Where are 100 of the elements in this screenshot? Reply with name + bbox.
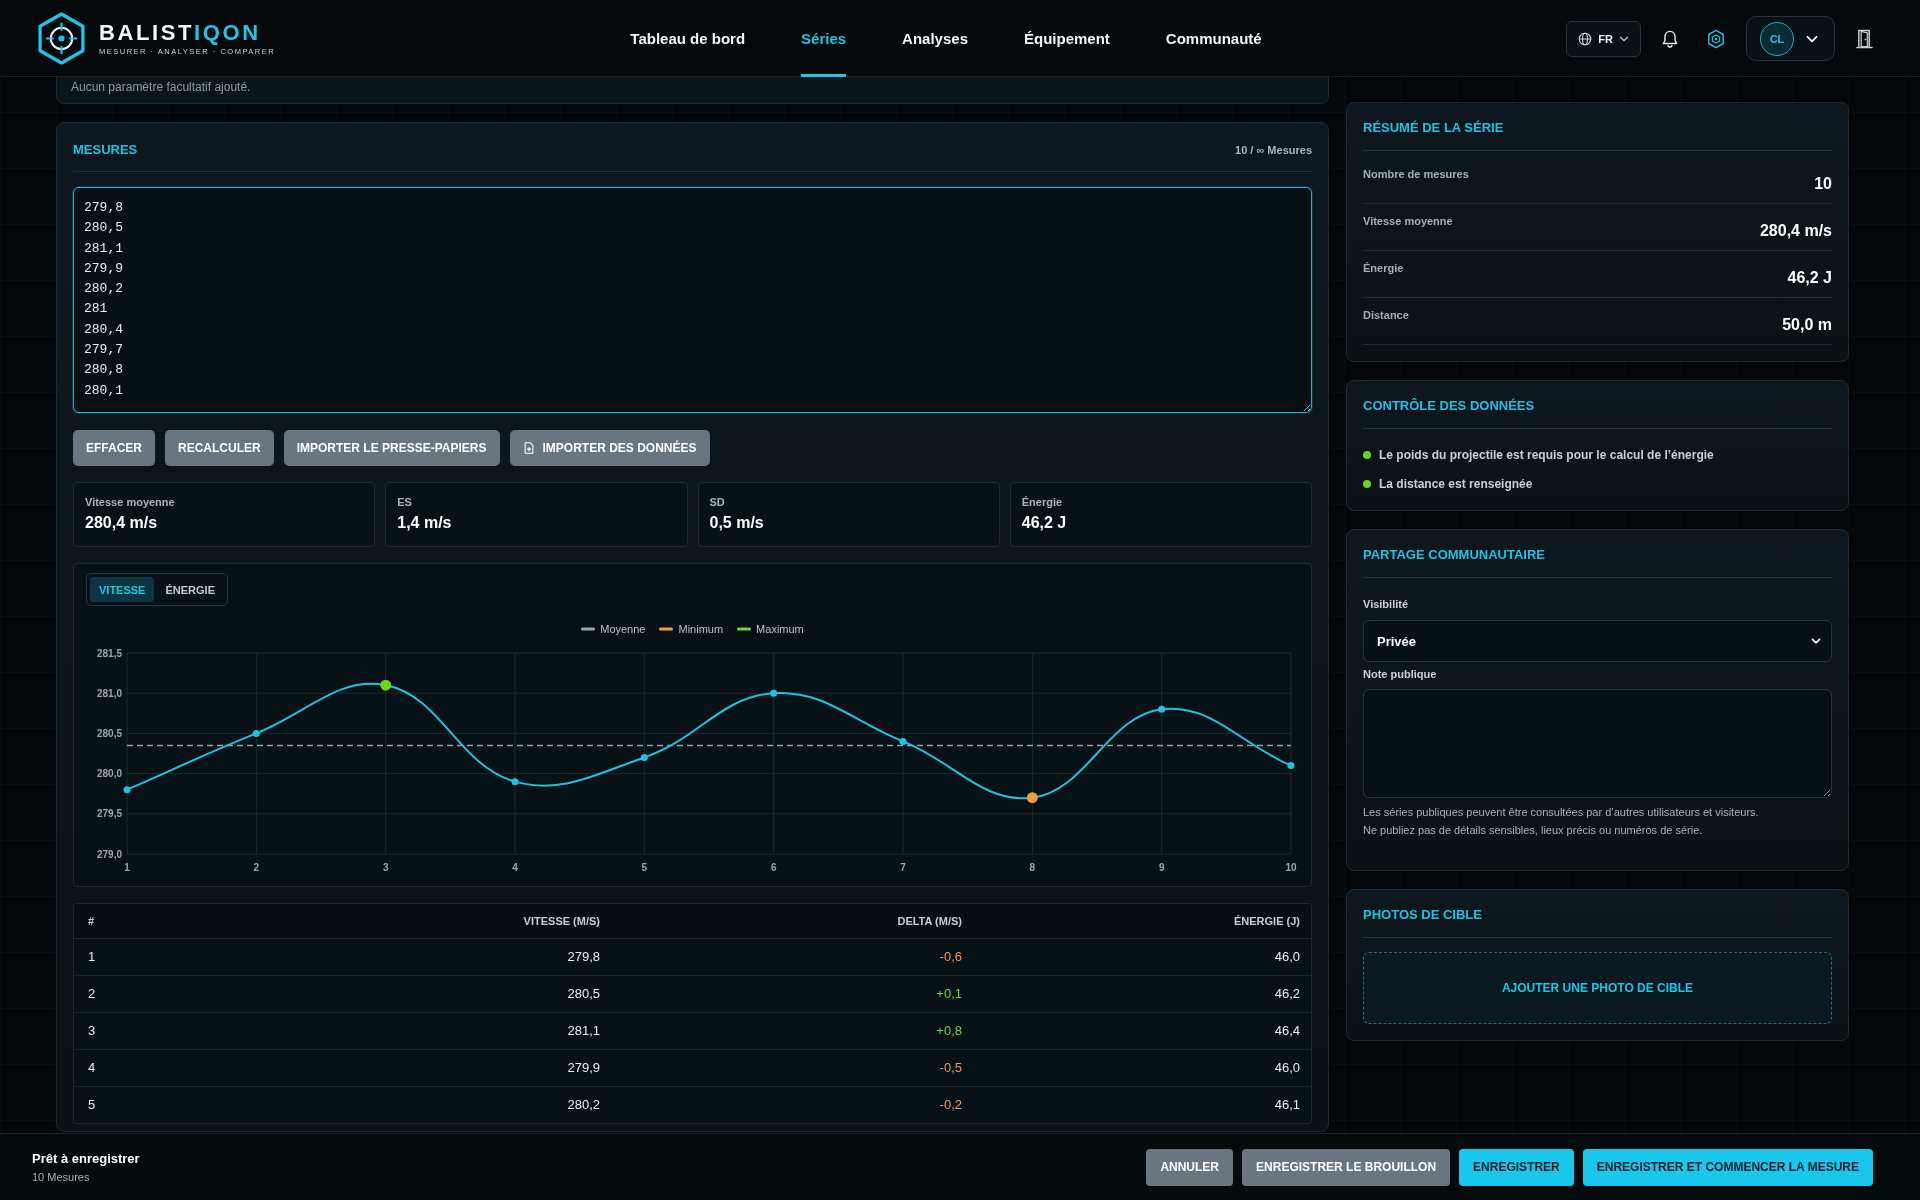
- data-point: [511, 778, 519, 786]
- max-marker: [380, 679, 392, 691]
- stat-value: 0,5 m/s: [709, 513, 765, 533]
- user-menu-button[interactable]: CL: [1746, 16, 1835, 61]
- optional-params-note: Aucun paramètre facultatif ajouté.: [71, 80, 251, 94]
- axis-label: 279,5: [96, 808, 122, 820]
- section-title: MESURES: [73, 141, 138, 159]
- column-header: VITESSE (M/S): [254, 904, 614, 938]
- footer-button[interactable]: ENREGISTRER LE BROUILLON: [1242, 1148, 1451, 1186]
- stat-label: SD: [709, 495, 726, 509]
- stat-label: Énergie: [1021, 495, 1064, 509]
- table-cell: 280,2: [254, 1086, 614, 1123]
- summary-label: Nombre de mesures: [1363, 167, 1469, 181]
- data-point: [252, 729, 260, 737]
- nav-tab[interactable]: Tableau de bord: [630, 0, 746, 77]
- public-note-field[interactable]: [1363, 689, 1832, 798]
- hexagon-icon[interactable]: [1707, 28, 1725, 49]
- section-title: PARTAGE COMMUNAUTAIRE: [1363, 547, 1545, 562]
- axis-label: 1: [124, 862, 130, 873]
- summary-value: 50,0 m: [1782, 315, 1832, 335]
- check-item-text: Le poids du projectile est requis pour le calcul de l’énergie: [1379, 448, 1714, 462]
- add-photo-button[interactable]: AJOUTER UNE PHOTO DE CIBLE: [1363, 952, 1832, 1024]
- bell-icon[interactable]: [1661, 28, 1679, 49]
- section-title: CONTRÔLE DES DONNÉES: [1363, 398, 1535, 413]
- axis-label: 279,0: [96, 848, 122, 860]
- data-point: [123, 786, 131, 794]
- axis-label: 8: [1029, 862, 1036, 873]
- data-point: [640, 754, 648, 761]
- globe-icon: [1578, 31, 1593, 46]
- action-button[interactable]: RECALCULER: [165, 430, 274, 466]
- summary-value: 280,4 m/s: [1759, 221, 1832, 241]
- table-cell: 280,5: [254, 975, 614, 1012]
- summary-value: 10: [1814, 174, 1832, 194]
- door-icon[interactable]: [1856, 28, 1873, 49]
- table-cell: 46,4: [976, 1012, 1311, 1049]
- check-item-text: La distance est renseignée: [1379, 477, 1533, 491]
- chart-tab[interactable]: ÉNERGIE: [156, 577, 224, 602]
- table-cell: 279,8: [254, 938, 614, 975]
- nav-tab[interactable]: Analyses: [902, 0, 968, 77]
- axis-label: 280,0: [96, 768, 122, 780]
- chevron-down-icon: [1810, 635, 1822, 647]
- column-header: DELTA (M/S): [614, 904, 976, 938]
- column-header: #: [74, 904, 254, 938]
- table-cell: 46,1: [976, 1086, 1311, 1123]
- hexagon-crosshair-icon: [37, 12, 86, 65]
- action-button[interactable]: IMPORTER LE PRESSE-PAPIERS: [283, 430, 500, 466]
- nav-tab[interactable]: Communauté: [1165, 0, 1262, 77]
- measure-counter: 10 / ∞ Mesures: [1235, 144, 1312, 156]
- table-cell: 3: [74, 1012, 254, 1049]
- table-cell: 281,1: [254, 1012, 614, 1049]
- axis-label: 2: [253, 862, 260, 873]
- measure-count: 10 Mesures: [32, 1171, 91, 1183]
- help-text: Les séries publiques peuvent être consultées par d’autres utilisateurs et visiteurs. Ne publiez pas de détails sensibles, lieux précis ou numéros de série.: [1363, 805, 1760, 838]
- table-cell: 2: [74, 975, 254, 1012]
- table-cell: 46,0: [976, 938, 1311, 975]
- ready-status: Prêt à enregistrer: [32, 1151, 140, 1166]
- action-button[interactable]: IMPORTER DES DONNÉES: [509, 430, 710, 466]
- table-cell: 5: [74, 1086, 254, 1123]
- stat-label: Vitesse moyenne: [85, 495, 176, 509]
- axis-label: 3: [382, 862, 389, 873]
- data-point: [1158, 705, 1166, 713]
- axis-label: 281,0: [96, 687, 122, 699]
- measurements-input[interactable]: 279,8 280,5 281,1 279,9 280,2 281 280,4 279,7 280,8 280,1: [73, 187, 1312, 413]
- axis-label: 4: [512, 862, 518, 873]
- delta-cell: -0,6: [614, 938, 976, 975]
- chart-tab[interactable]: VITESSE: [90, 577, 155, 602]
- delta-cell: +0,1: [614, 975, 976, 1012]
- language-select[interactable]: FR: [1566, 20, 1641, 57]
- table-cell: 1: [74, 938, 254, 975]
- axis-label: 9: [1158, 862, 1165, 873]
- axis-label: 280,5: [96, 727, 122, 739]
- legend-label: Minimum: [678, 623, 724, 635]
- section-title: PHOTOS DE CIBLE: [1363, 907, 1482, 922]
- footer-button[interactable]: ENREGISTRER ET COMMENCER LA MESURE: [1582, 1148, 1873, 1186]
- delta-cell: -0,2: [614, 1086, 976, 1123]
- action-button[interactable]: EFFACER: [73, 430, 155, 466]
- table-cell: 4: [74, 1049, 254, 1086]
- footer-button[interactable]: ANNULER: [1146, 1148, 1234, 1186]
- visibility-select[interactable]: Privée: [1363, 620, 1832, 662]
- stat-value: 46,2 J: [1021, 513, 1068, 533]
- column-header: ÉNERGIE (J): [976, 904, 1311, 938]
- axis-label: 281,5: [96, 647, 122, 659]
- legend-label: Moyenne: [600, 623, 646, 635]
- nav-tab[interactable]: Équipement: [1024, 0, 1110, 77]
- table-cell: 46,2: [976, 975, 1311, 1012]
- table-cell: 279,9: [254, 1049, 614, 1086]
- data-point: [1287, 762, 1295, 770]
- summary-value: 46,2 J: [1787, 268, 1832, 288]
- data-point: [899, 737, 907, 745]
- section-title: RÉSUMÉ DE LA SÉRIE: [1363, 120, 1504, 135]
- stat-value: 1,4 m/s: [397, 513, 453, 533]
- legend-label: Maximum: [756, 623, 804, 635]
- brand-name: BALISTIQON: [99, 21, 262, 44]
- axis-label: 10: [1285, 862, 1297, 873]
- field-label: Note publique: [1363, 667, 1438, 681]
- file-icon: [522, 442, 535, 454]
- footer-button[interactable]: ENREGISTRER: [1459, 1148, 1574, 1186]
- axis-label: 7: [900, 862, 906, 873]
- table-cell: 46,0: [976, 1049, 1311, 1086]
- axis-label: 6: [770, 862, 777, 873]
